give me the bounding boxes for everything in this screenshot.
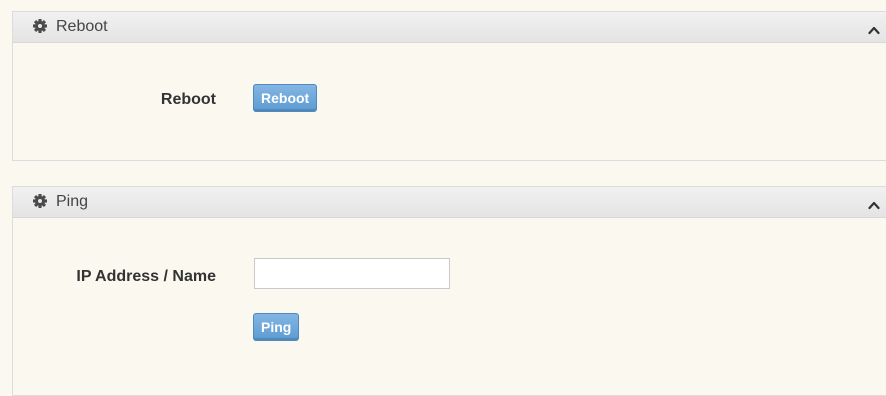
reboot-panel-header[interactable]: Reboot [13,12,886,43]
chevron-up-icon[interactable] [868,22,880,35]
reboot-button[interactable]: Reboot [253,84,318,112]
ping-panel-title: Ping [56,193,89,210]
reboot-field-label: Reboot [160,91,216,108]
reboot-panel: Reboot Reboot Reboot [12,11,886,161]
reboot-panel-title: Reboot [56,18,108,35]
gear-icon [33,19,47,33]
chevron-up-icon[interactable] [868,197,880,210]
ping-panel: Ping IP Address / Name Ping [12,186,886,396]
gear-icon [33,194,47,208]
ping-button[interactable]: Ping [253,313,300,341]
ip-address-input[interactable] [254,258,450,289]
ping-panel-header[interactable]: Ping [13,187,886,218]
ip-address-label: IP Address / Name [76,268,216,285]
